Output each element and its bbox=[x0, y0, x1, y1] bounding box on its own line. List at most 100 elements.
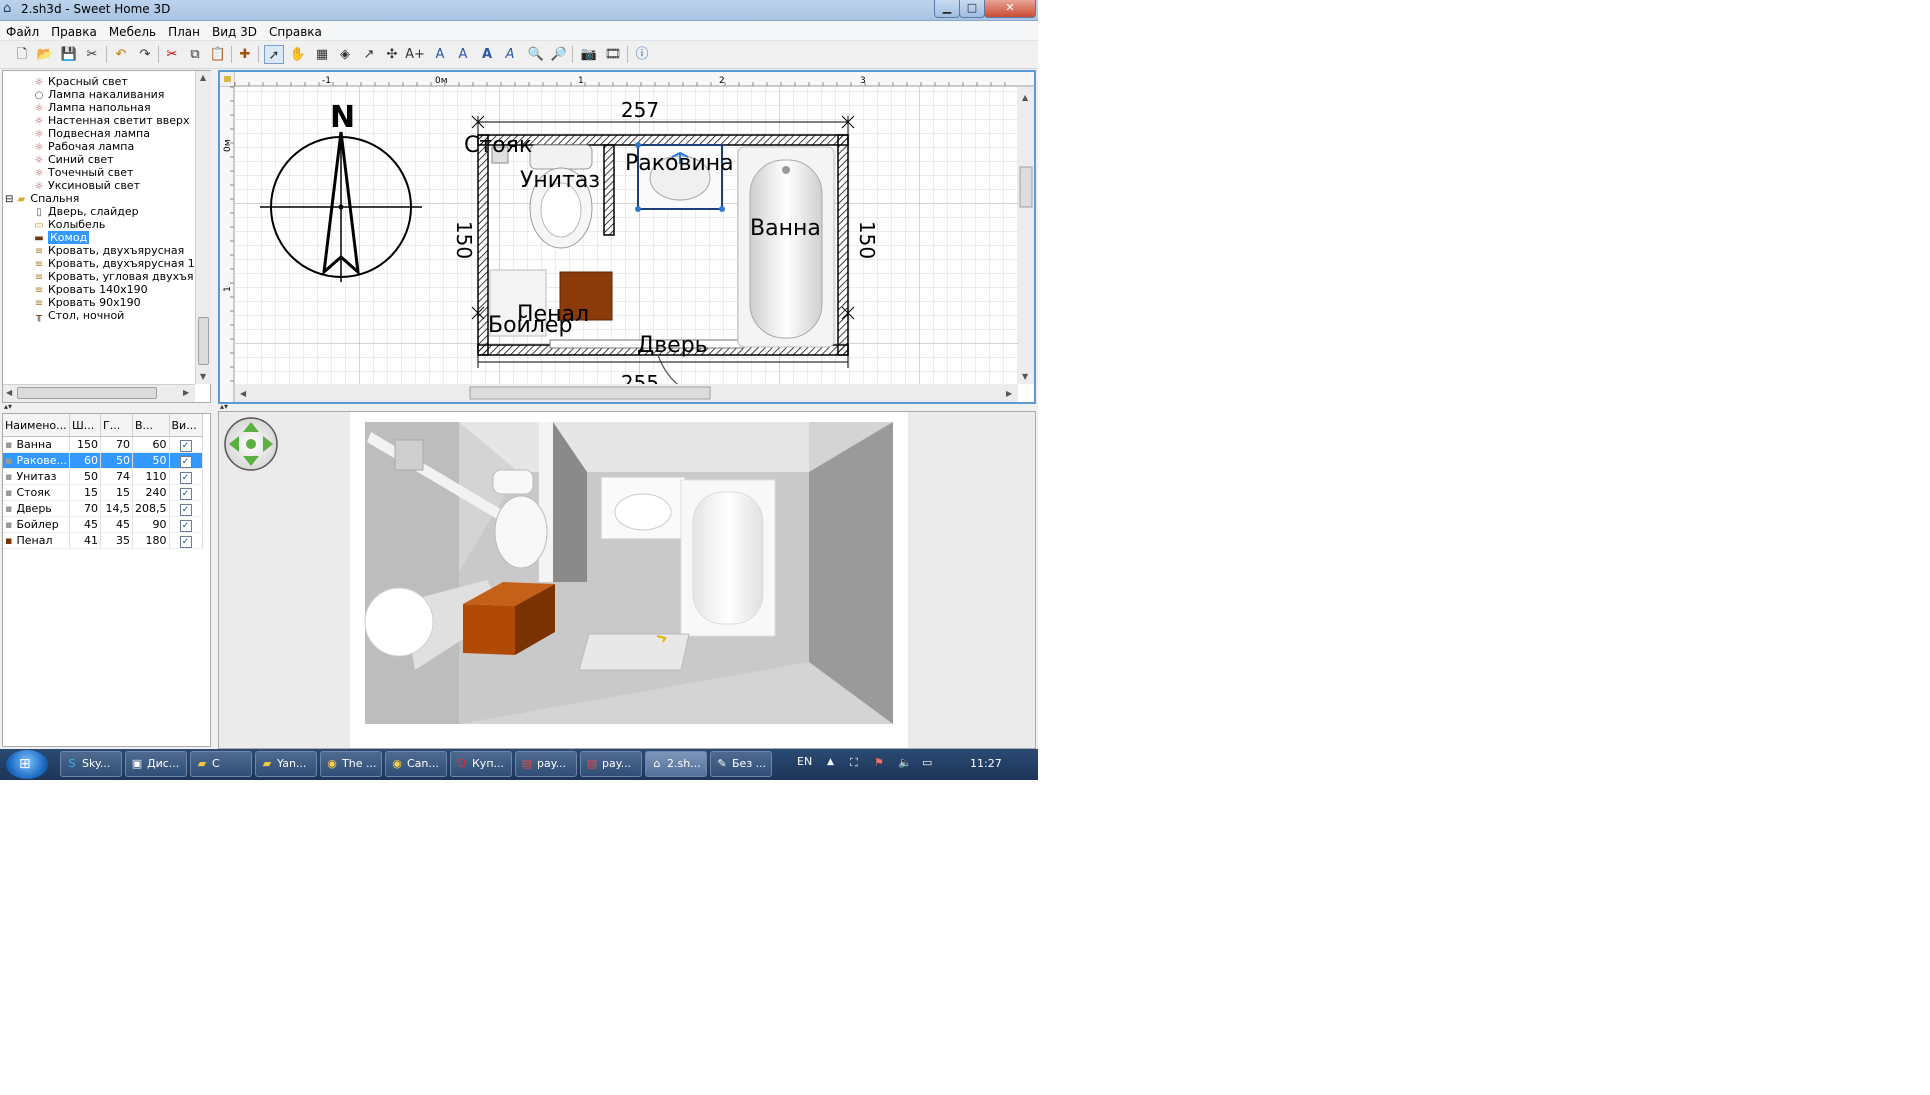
zoom-out-icon[interactable]: 🔎 bbox=[549, 45, 569, 64]
text-decrease-icon[interactable]: A bbox=[500, 45, 520, 64]
add-text-icon[interactable]: A+ bbox=[405, 45, 425, 64]
taskbar-button[interactable]: S Sky... bbox=[60, 751, 122, 777]
3d-canvas[interactable] bbox=[219, 412, 1035, 748]
visible-checkbox[interactable]: ✓ bbox=[179, 519, 192, 532]
menu-furniture[interactable]: Мебель bbox=[103, 23, 162, 39]
scroll-thumb[interactable] bbox=[1019, 166, 1033, 208]
redo-icon[interactable]: ↷ bbox=[135, 45, 155, 64]
create-photo-icon[interactable]: 📷 bbox=[579, 45, 599, 64]
table-row[interactable]: ▪ Ракове... 60 50 50 ✓ bbox=[3, 452, 203, 469]
menu-help[interactable]: Справка bbox=[263, 23, 328, 39]
visible-checkbox[interactable]: ✓ bbox=[179, 535, 192, 548]
menu-3d-view[interactable]: Вид 3D bbox=[206, 23, 263, 39]
column-header-depth[interactable]: Г... bbox=[100, 414, 133, 437]
open-file-icon[interactable]: 📂 bbox=[35, 45, 55, 64]
display-icon[interactable]: ▭ bbox=[922, 756, 932, 769]
undo-icon[interactable]: ↶ bbox=[111, 45, 131, 64]
taskbar-button[interactable]: ◉ The ... bbox=[320, 751, 382, 777]
column-header-visible[interactable]: Ви... bbox=[169, 414, 203, 437]
furniture-catalog-tree[interactable]: ╥ Стол, ночной ≡ Кровать 90x190 ≡ Кровать 140… bbox=[2, 70, 211, 403]
visible-checkbox[interactable]: ✓ bbox=[179, 471, 192, 484]
collapse-icon[interactable]: ⊟ bbox=[5, 194, 13, 205]
table-row[interactable]: ▪ Ванна 150 70 60 ✓ bbox=[3, 436, 203, 453]
taskbar-button[interactable]: ✎ Без ... bbox=[710, 751, 772, 777]
table-row[interactable]: ▪ Пенал 41 35 180 ✓ bbox=[3, 532, 203, 549]
create-polylines-icon[interactable]: ↗ bbox=[359, 45, 379, 64]
scroll-down-icon[interactable]: ▼ bbox=[1022, 372, 1029, 381]
catalog-horizontal-scrollbar[interactable]: ◀ ▶ bbox=[3, 384, 195, 402]
pan-mode-icon[interactable]: ✋ bbox=[288, 45, 308, 64]
taskbar-button[interactable]: ⌂ 2.sh... bbox=[645, 751, 707, 777]
splitter-arrows[interactable]: ▴▾ bbox=[220, 402, 228, 411]
scroll-down-icon[interactable]: ▼ bbox=[200, 372, 206, 381]
visible-checkbox[interactable]: ✓ bbox=[179, 439, 192, 452]
furniture-depth-cell: 45 bbox=[100, 516, 133, 533]
tray-expand-icon[interactable]: ▲ bbox=[827, 757, 834, 767]
table-row[interactable]: ▪ Унитаз 50 74 110 ✓ bbox=[3, 468, 203, 485]
taskbar-button[interactable]: ▣ Дис... bbox=[125, 751, 187, 777]
table-row[interactable]: ▪ Дверь 70 14,5 208,5 ✓ bbox=[3, 500, 203, 517]
paste-icon[interactable]: 📋 bbox=[208, 45, 228, 64]
column-header-width[interactable]: Ш... bbox=[69, 414, 101, 437]
cut-icon[interactable]: ✂ bbox=[162, 45, 182, 64]
copy-icon[interactable]: ⧉ bbox=[185, 45, 205, 64]
splitter-arrows[interactable]: ▴▾ bbox=[4, 402, 12, 411]
volume-icon[interactable]: 🔈 bbox=[898, 756, 912, 769]
catalog-vertical-scrollbar[interactable]: ▲ ▼ bbox=[195, 71, 211, 384]
taskbar-button[interactable]: ◉ Can... bbox=[385, 751, 447, 777]
select-mode-icon[interactable]: ➚ bbox=[264, 45, 284, 64]
catalog-item[interactable]: ☼ Красный свет bbox=[33, 74, 128, 90]
visible-checkbox[interactable]: ✓ bbox=[179, 487, 192, 500]
table-row[interactable]: ▪ Стояк 15 15 240 ✓ bbox=[3, 484, 203, 501]
scroll-thumb[interactable] bbox=[198, 317, 209, 365]
furniture-list-table[interactable]: Наимено... Ш... Г... В... Ви... ▪ Ванна 15… bbox=[2, 413, 211, 747]
plan-view[interactable]: -1 0м 1 2 3 0м 1 N 257 150 150 255 Стояк… bbox=[218, 70, 1036, 404]
table-row[interactable]: ▪ Бойлер 45 45 90 ✓ bbox=[3, 516, 203, 533]
start-button[interactable]: ⊞ bbox=[6, 750, 48, 779]
scroll-left-icon[interactable]: ◀ bbox=[240, 389, 247, 398]
taskbar-button[interactable]: ▰ Yan... bbox=[255, 751, 317, 777]
scroll-right-icon[interactable]: ▶ bbox=[1006, 389, 1013, 398]
text-italic-icon[interactable]: A bbox=[453, 45, 473, 64]
taskbar-button[interactable]: ▤ pay... bbox=[580, 751, 642, 777]
close-button[interactable]: ✕ bbox=[984, 0, 1036, 18]
minimize-button[interactable]: ▁ bbox=[934, 0, 960, 18]
visible-checkbox[interactable]: ✓ bbox=[179, 455, 192, 468]
taskbar-button[interactable]: O Куп... bbox=[450, 751, 512, 777]
visible-checkbox[interactable]: ✓ bbox=[179, 503, 192, 516]
menu-file[interactable]: Файл bbox=[0, 23, 45, 39]
3d-navigation-arrows[interactable] bbox=[224, 417, 278, 471]
taskbar-button[interactable]: ▤ pay... bbox=[515, 751, 577, 777]
column-header-height[interactable]: В... bbox=[132, 414, 170, 437]
network-icon[interactable]: ⛶ bbox=[850, 756, 858, 770]
save-icon[interactable]: 💾 bbox=[59, 45, 79, 64]
new-file-icon[interactable]: 🗋 bbox=[12, 45, 32, 64]
create-walls-icon[interactable]: ▦ bbox=[312, 45, 332, 64]
text-bold-icon[interactable]: A bbox=[430, 45, 450, 64]
create-dimensions-icon[interactable]: ✣ bbox=[382, 45, 402, 64]
scroll-thumb[interactable] bbox=[469, 386, 711, 400]
plan-canvas[interactable]: -1 0м 1 2 3 0м 1 N 257 150 150 255 Стояк… bbox=[220, 72, 1034, 402]
create-video-icon[interactable]: 🎞 bbox=[603, 45, 623, 64]
preferences-icon[interactable]: ✂ bbox=[82, 45, 102, 64]
taskbar-button[interactable]: ▰ С bbox=[190, 751, 252, 777]
add-furniture-icon[interactable]: ✚ bbox=[235, 45, 255, 64]
maximize-button[interactable]: □ bbox=[959, 0, 985, 18]
menu-plan[interactable]: План bbox=[162, 23, 206, 39]
language-indicator[interactable]: EN bbox=[797, 755, 812, 768]
column-header-name[interactable]: Наимено... bbox=[3, 414, 70, 437]
flag-icon[interactable]: ⚑ bbox=[874, 756, 884, 769]
scroll-left-icon[interactable]: ◀ bbox=[6, 388, 12, 397]
scroll-thumb[interactable] bbox=[17, 387, 157, 399]
scroll-up-icon[interactable]: ▲ bbox=[200, 73, 206, 82]
text-increase-icon[interactable]: A bbox=[477, 45, 497, 64]
zoom-in-icon[interactable]: 🔍 bbox=[526, 45, 546, 64]
menu-edit[interactable]: Правка bbox=[45, 23, 103, 39]
scroll-up-icon[interactable]: ▲ bbox=[1022, 93, 1029, 102]
help-icon[interactable]: ⓘ bbox=[632, 45, 652, 64]
clock[interactable]: 11:27 bbox=[970, 757, 1002, 770]
3d-view[interactable] bbox=[218, 411, 1036, 749]
create-rooms-icon[interactable]: ◈ bbox=[335, 45, 355, 64]
scroll-right-icon[interactable]: ▶ bbox=[183, 388, 189, 397]
plan-vertical-scrollbar[interactable] bbox=[1018, 87, 1034, 384]
